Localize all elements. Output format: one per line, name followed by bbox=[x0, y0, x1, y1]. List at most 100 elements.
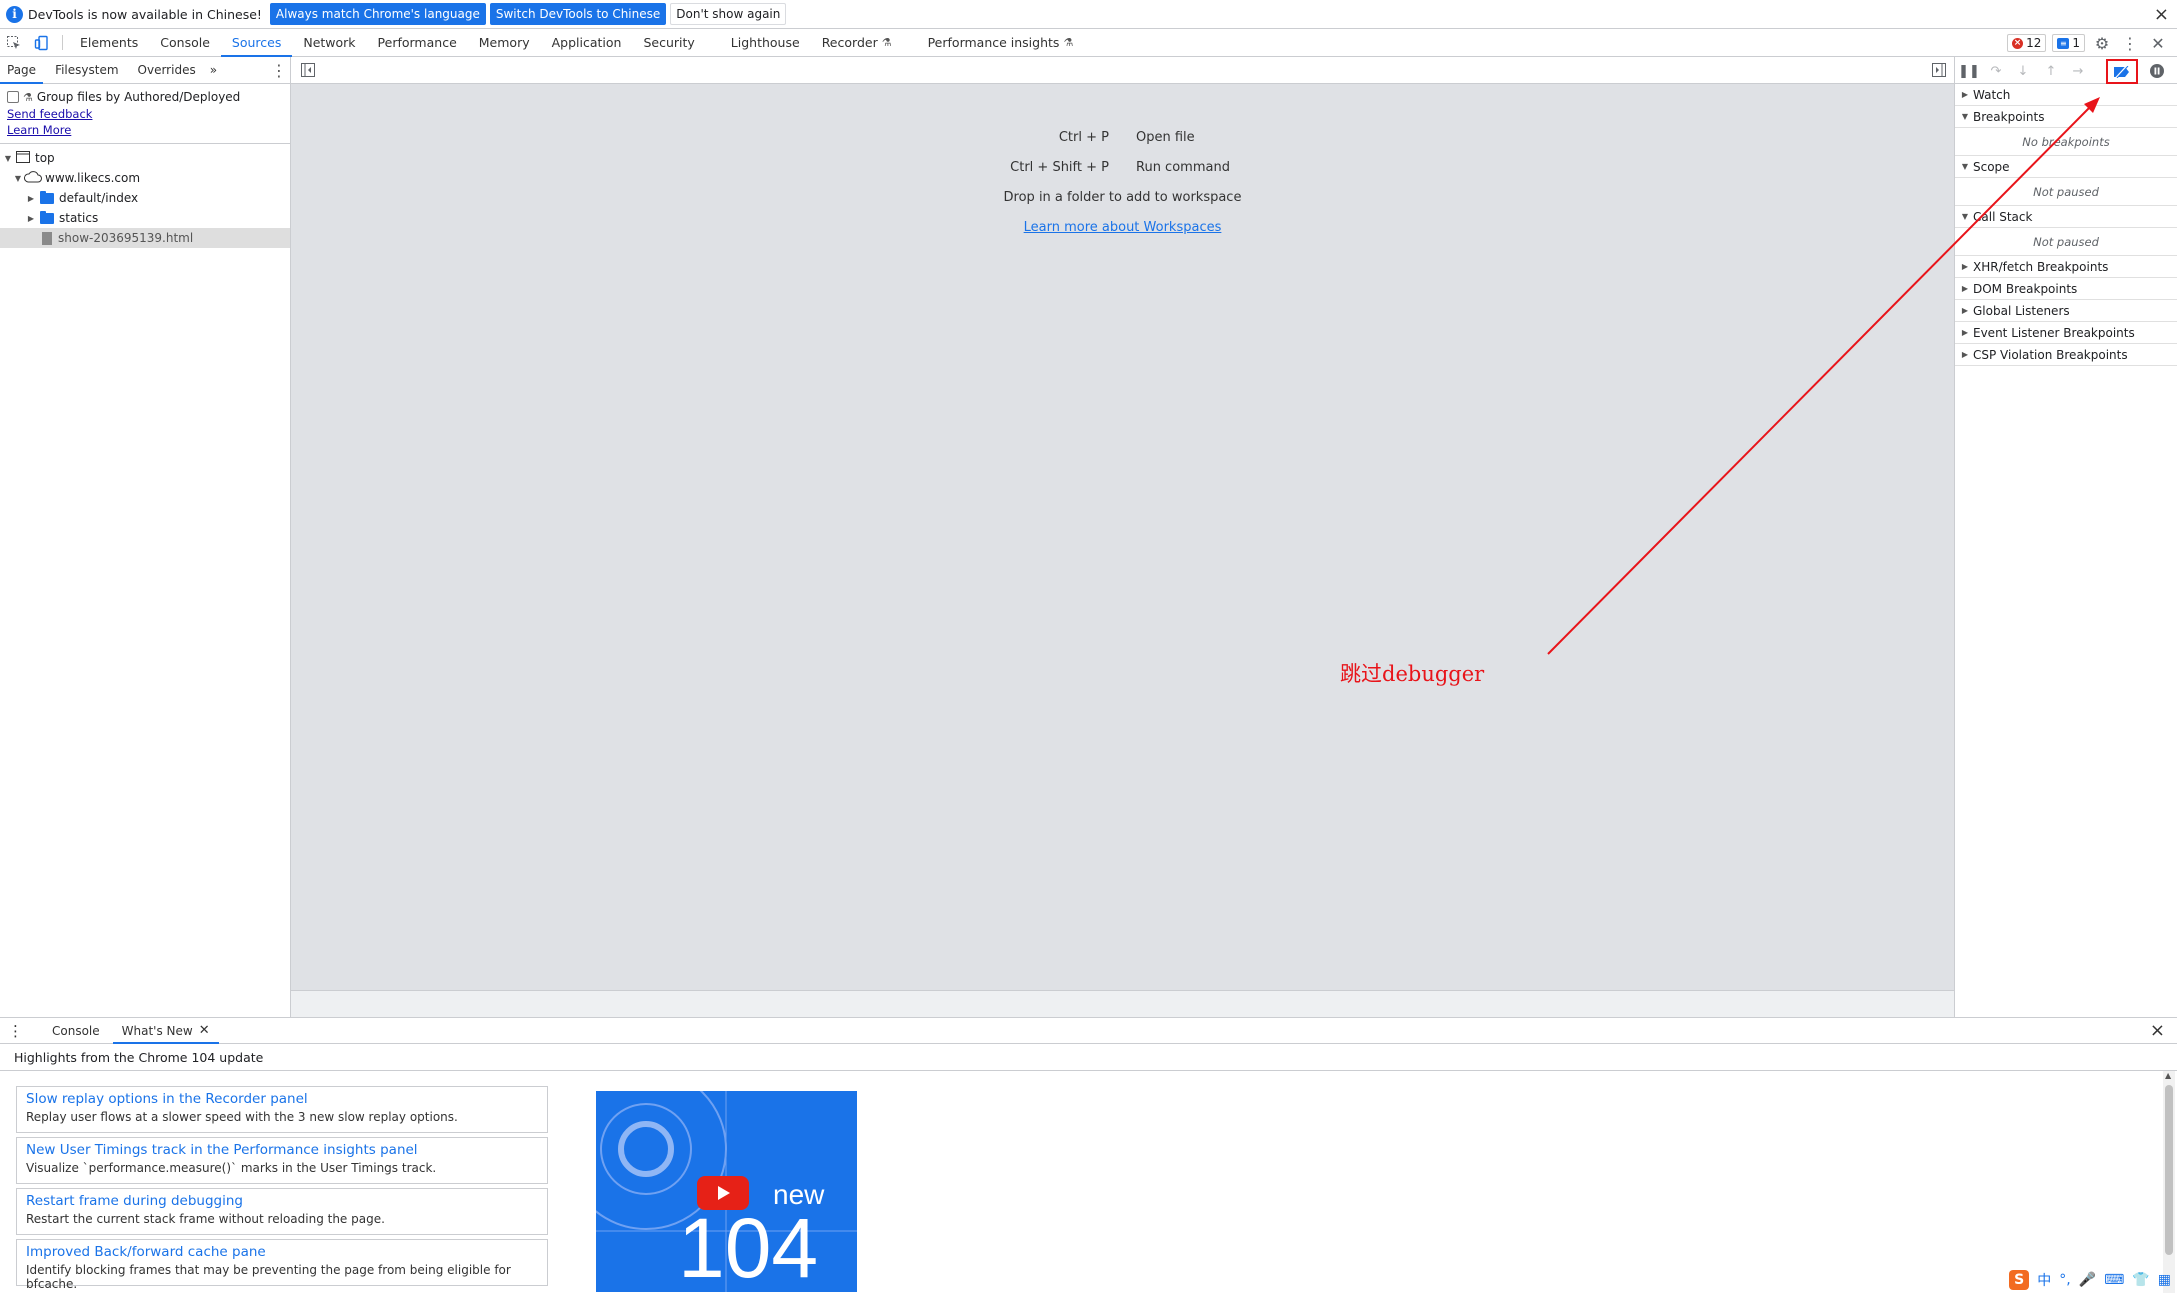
toggle-debugger-icon[interactable] bbox=[1931, 62, 1947, 78]
step-icon[interactable]: → bbox=[2067, 60, 2089, 82]
pause-icon[interactable]: ❚❚ bbox=[1958, 60, 1980, 82]
tab-security[interactable]: Security bbox=[632, 29, 705, 56]
drawer-scrollbar[interactable]: ▲ bbox=[2163, 1071, 2175, 1293]
step-out-icon[interactable]: ↑ bbox=[2040, 60, 2062, 82]
tab-network[interactable]: Network bbox=[292, 29, 366, 56]
section-event-listener-breakpoints[interactable]: ▶ Event Listener Breakpoints bbox=[1955, 322, 2177, 344]
keyboard-icon[interactable]: ⌨ bbox=[2104, 1272, 2124, 1288]
section-dom-breakpoints[interactable]: ▶ DOM Breakpoints bbox=[1955, 278, 2177, 300]
tab-sources[interactable]: Sources bbox=[220, 29, 293, 57]
microphone-icon[interactable]: 🎤 bbox=[2079, 1272, 2096, 1288]
send-feedback-link[interactable]: Send feedback bbox=[0, 107, 290, 121]
tree-item-folder-statics[interactable]: ▶ statics bbox=[0, 208, 290, 228]
expand-triangle-icon: ▼ bbox=[1961, 212, 1969, 221]
language-infobar: i DevTools is now available in Chinese! … bbox=[0, 0, 2177, 29]
sogou-logo-icon[interactable]: S bbox=[2009, 1270, 2030, 1290]
close-drawer-icon[interactable]: × bbox=[2141, 1018, 2177, 1043]
tree-item-top[interactable]: ▼ top bbox=[0, 148, 290, 168]
folder-icon bbox=[40, 190, 54, 204]
expand-triangle-icon[interactable]: ▼ bbox=[3, 154, 13, 163]
tab-performance[interactable]: Performance bbox=[367, 29, 468, 56]
settings-gear-icon[interactable]: ⚙ bbox=[2091, 32, 2113, 54]
expand-triangle-icon[interactable]: ▼ bbox=[13, 174, 23, 183]
toolbox-grid-icon[interactable]: ▦ bbox=[2158, 1272, 2171, 1288]
card-title[interactable]: Improved Back/forward cache pane bbox=[26, 1244, 538, 1260]
experiment-flask-icon: ⚗ bbox=[881, 36, 892, 49]
more-tabs-chevron-icon[interactable]: » bbox=[203, 57, 224, 83]
tree-item-folder-default-index[interactable]: ▶ default/index bbox=[0, 188, 290, 208]
file-tree: ▼ top ▼ www.likecs.com ▶ default/index ▶… bbox=[0, 144, 290, 248]
collapsed-triangle-icon: ▶ bbox=[1961, 328, 1969, 337]
drawer-tab-console[interactable]: Console bbox=[43, 1018, 109, 1043]
section-csp-breakpoints[interactable]: ▶ CSP Violation Breakpoints bbox=[1955, 344, 2177, 366]
tab-elements[interactable]: Elements bbox=[69, 29, 149, 56]
toggle-navigator-icon[interactable] bbox=[300, 62, 316, 78]
drawer-menu-icon[interactable]: ⋮ bbox=[0, 1018, 31, 1043]
device-toolbar-icon[interactable] bbox=[28, 29, 56, 57]
whats-new-card[interactable]: Restart frame during debugging Restart t… bbox=[16, 1188, 548, 1235]
deactivate-breakpoints-icon[interactable] bbox=[2106, 59, 2138, 84]
learn-workspaces-link[interactable]: Learn more about Workspaces bbox=[1024, 220, 1222, 235]
learn-more-link[interactable]: Learn More bbox=[0, 123, 290, 137]
section-global-listeners[interactable]: ▶ Global Listeners bbox=[1955, 300, 2177, 322]
pause-on-exceptions-icon[interactable] bbox=[2146, 60, 2168, 82]
punctuation-icon[interactable]: °, bbox=[2059, 1272, 2070, 1288]
step-into-icon[interactable]: ↓ bbox=[2012, 60, 2034, 82]
scrollbar-thumb[interactable] bbox=[2165, 1085, 2173, 1255]
ime-toolbar: S 中 °, 🎤 ⌨ 👕 ▦ bbox=[2009, 1267, 2177, 1293]
collapsed-triangle-icon[interactable]: ▶ bbox=[26, 214, 36, 223]
whats-new-card[interactable]: New User Timings track in the Performanc… bbox=[16, 1137, 548, 1184]
main-tab-bar: Elements Console Sources Network Perform… bbox=[0, 29, 2177, 57]
tree-item-domain[interactable]: ▼ www.likecs.com bbox=[0, 168, 290, 188]
nav-tab-page[interactable]: Page bbox=[0, 57, 44, 84]
card-title[interactable]: New User Timings track in the Performanc… bbox=[26, 1142, 538, 1158]
step-over-icon[interactable]: ↷ bbox=[1985, 60, 2007, 82]
tab-lighthouse[interactable]: Lighthouse bbox=[720, 29, 811, 56]
nav-tab-filesystem[interactable]: Filesystem bbox=[48, 57, 125, 83]
section-scope[interactable]: ▼ Scope bbox=[1955, 156, 2177, 178]
tab-application[interactable]: Application bbox=[541, 29, 633, 56]
tab-recorder[interactable]: Recorder ⚗ bbox=[811, 29, 903, 56]
tab-performance-insights[interactable]: Performance insights ⚗ bbox=[917, 29, 1085, 56]
section-xhr-breakpoints[interactable]: ▶ XHR/fetch Breakpoints bbox=[1955, 256, 2177, 278]
inspect-element-icon[interactable] bbox=[0, 29, 28, 57]
skin-shirt-icon[interactable]: 👕 bbox=[2132, 1272, 2149, 1288]
tree-label: statics bbox=[59, 211, 99, 225]
dont-show-again-button[interactable]: Don't show again bbox=[670, 3, 787, 25]
navigator-menu-icon[interactable]: ⋮ bbox=[268, 57, 290, 83]
close-tab-icon[interactable]: ✕ bbox=[199, 1023, 210, 1038]
whats-new-card[interactable]: Slow replay options in the Recorder pane… bbox=[16, 1086, 548, 1133]
message-counter[interactable]: ≡ 1 bbox=[2052, 34, 2085, 52]
section-watch[interactable]: ▶ Watch bbox=[1955, 84, 2177, 106]
card-description: Identify blocking frames that may be pre… bbox=[26, 1263, 511, 1291]
collapsed-triangle-icon[interactable]: ▶ bbox=[26, 194, 36, 203]
drawer-tabs: ⋮ Console What's New ✕ × bbox=[0, 1018, 2177, 1044]
message-count: 1 bbox=[2072, 36, 2080, 50]
video-thumbnail[interactable]: new 104 bbox=[596, 1091, 857, 1292]
error-counter[interactable]: × 12 bbox=[2007, 34, 2047, 52]
section-breakpoints[interactable]: ▼ Breakpoints bbox=[1955, 106, 2177, 128]
match-language-button[interactable]: Always match Chrome's language bbox=[269, 3, 486, 25]
drawer-tab-whats-new[interactable]: What's New ✕ bbox=[112, 1018, 219, 1044]
more-options-icon[interactable]: ⋮ bbox=[2119, 32, 2141, 54]
whats-new-card[interactable]: Improved Back/forward cache pane Identif… bbox=[16, 1239, 548, 1291]
switch-to-chinese-button[interactable]: Switch DevTools to Chinese bbox=[489, 3, 667, 25]
group-files-checkbox[interactable] bbox=[7, 91, 19, 103]
section-call-stack[interactable]: ▼ Call Stack bbox=[1955, 206, 2177, 228]
ime-language-toggle[interactable]: 中 bbox=[2037, 1270, 2051, 1290]
group-files-option: ⚗ Group files by Authored/Deployed bbox=[0, 84, 290, 104]
tree-item-file[interactable]: show-203695139.html bbox=[0, 228, 290, 248]
collapsed-triangle-icon: ▶ bbox=[1961, 350, 1969, 359]
tab-memory[interactable]: Memory bbox=[468, 29, 541, 56]
file-icon bbox=[42, 231, 52, 245]
shortcut-action: Run command bbox=[1136, 160, 1230, 175]
card-title[interactable]: Slow replay options in the Recorder pane… bbox=[26, 1091, 538, 1107]
error-count: 12 bbox=[2026, 36, 2042, 50]
nav-tab-overrides[interactable]: Overrides bbox=[131, 57, 203, 83]
infobar-close-icon[interactable]: × bbox=[2154, 4, 2169, 25]
close-devtools-icon[interactable]: ✕ bbox=[2147, 32, 2169, 54]
info-icon: i bbox=[6, 5, 23, 23]
scroll-up-arrow-icon[interactable]: ▲ bbox=[2165, 1071, 2171, 1080]
tab-console[interactable]: Console bbox=[149, 29, 221, 56]
card-title[interactable]: Restart frame during debugging bbox=[26, 1193, 538, 1209]
